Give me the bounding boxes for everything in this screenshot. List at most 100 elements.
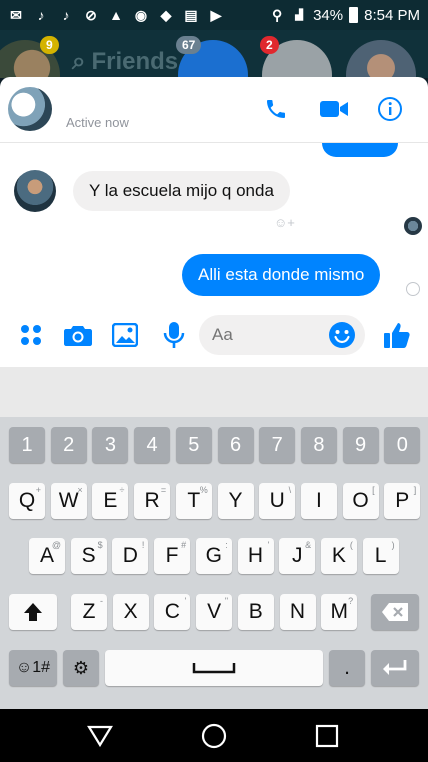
key-s[interactable]: S $ <box>70 538 107 574</box>
key-hint: [ <box>372 485 375 495</box>
recents-button[interactable] <box>313 722 341 750</box>
no-notifications-icon: ⊘ <box>85 6 97 23</box>
key-o[interactable]: O[ <box>342 483 379 519</box>
key-x[interactable]: X <box>112 594 149 630</box>
key-label: B <box>248 600 263 623</box>
key-hint: ? <box>348 596 354 606</box>
received-message[interactable]: Y la escuela mijo q onda <box>73 171 290 211</box>
add-reaction-icon[interactable]: ☺+ <box>274 215 295 230</box>
key-f[interactable]: F # <box>154 538 191 574</box>
video-camera-icon <box>320 101 348 117</box>
key-label: 2 <box>63 433 75 456</box>
like-button[interactable] <box>382 320 412 350</box>
home-button[interactable] <box>200 722 228 750</box>
key-hint: ) <box>391 540 395 550</box>
key-hint: = <box>160 485 167 495</box>
friends-tab[interactable]: ⌕ Friends <box>72 48 178 76</box>
back-button[interactable] <box>86 722 114 750</box>
key-e[interactable]: E ÷ <box>92 483 129 519</box>
key-label: R <box>144 489 160 512</box>
key-label: 4 <box>146 433 158 456</box>
active-status: Active now <box>66 115 129 130</box>
key-p[interactable]: P] <box>384 483 421 519</box>
key-y[interactable]: Y <box>217 483 254 519</box>
key-2[interactable]: 2 <box>50 427 87 463</box>
settings-key[interactable]: ⚙ <box>63 650 99 686</box>
key-6[interactable]: 6 <box>217 427 254 463</box>
thumbs-up-icon <box>384 323 410 348</box>
enter-key[interactable] <box>371 650 419 686</box>
sent-message[interactable]: Alli esta donde mismo <box>182 254 381 296</box>
key-0[interactable]: 0 <box>384 427 421 463</box>
key-v[interactable]: V " <box>196 594 233 630</box>
info-button[interactable] <box>376 95 404 123</box>
contact-avatar[interactable] <box>8 87 52 131</box>
key-u[interactable]: U \ <box>259 483 296 519</box>
voice-button[interactable] <box>159 320 189 350</box>
key-d[interactable]: D! <box>112 538 149 574</box>
key-q[interactable]: Q + <box>9 483 45 519</box>
symbols-key[interactable]: ☺1# <box>9 650 57 686</box>
friends-badge: 9 <box>40 36 59 54</box>
key-hint: ' <box>184 596 187 606</box>
status-bar: ✉ ♪ ♪ ⊘ ▲ ◉ ◆ ▤ ▶ ⚲ ▟ 34% 8:54 PM <box>0 0 428 30</box>
key-label: Z <box>82 600 96 623</box>
key-label: 1 <box>21 433 33 456</box>
key-i[interactable]: I <box>300 483 337 519</box>
key-label: N <box>289 600 306 623</box>
key-t[interactable]: T% <box>175 483 212 519</box>
key-label: 9 <box>355 433 367 456</box>
chat-header: Active now <box>0 77 428 143</box>
app-icon: ◆ <box>160 6 172 23</box>
emoji-button[interactable] <box>327 320 357 350</box>
backspace-icon <box>382 603 408 621</box>
key-j[interactable]: J & <box>279 538 316 574</box>
space-key[interactable] <box>105 650 323 686</box>
key-hint: : <box>225 540 228 550</box>
key-hint: ! <box>141 540 145 550</box>
key-a[interactable]: A @ <box>29 538 65 574</box>
key-l[interactable]: L) <box>362 538 399 574</box>
sender-avatar[interactable] <box>14 170 56 212</box>
gallery-button[interactable] <box>110 320 140 350</box>
shift-key[interactable] <box>9 594 57 630</box>
key-1[interactable]: 1 <box>9 427 45 463</box>
key-hint: " <box>224 596 229 606</box>
previous-sent-message[interactable] <box>322 143 398 157</box>
key-3[interactable]: 3 <box>92 427 129 463</box>
key-k[interactable]: K( <box>320 538 357 574</box>
key-b[interactable]: B <box>237 594 274 630</box>
key-c[interactable]: C ' <box>154 594 191 630</box>
key-label: J <box>291 544 303 567</box>
key-m[interactable]: M? <box>321 594 358 630</box>
smiley-icon <box>329 322 355 348</box>
key-4[interactable]: 4 <box>134 427 171 463</box>
key-h[interactable]: H ' <box>237 538 274 574</box>
video-call-button[interactable] <box>318 95 350 123</box>
key-9[interactable]: 9 <box>342 427 379 463</box>
key-label: X <box>123 600 138 623</box>
key-g[interactable]: G: <box>195 538 232 574</box>
key-w[interactable]: W × <box>50 483 87 519</box>
phone-icon <box>267 100 285 118</box>
call-button[interactable] <box>262 95 290 123</box>
key-label: D <box>122 544 138 567</box>
key-n[interactable]: N <box>279 594 316 630</box>
key-5[interactable]: 5 <box>175 427 212 463</box>
key-8[interactable]: 8 <box>300 427 337 463</box>
key-z[interactable]: Z- <box>71 594 107 630</box>
key-r[interactable]: R = <box>134 483 171 519</box>
clock: 8:54 PM <box>364 6 420 24</box>
camera-button[interactable] <box>63 320 93 350</box>
space-bar-icon <box>192 663 236 674</box>
more-apps-button[interactable] <box>16 320 46 350</box>
enter-icon <box>383 660 407 675</box>
key-label: I <box>315 489 322 512</box>
group-chat-head[interactable] <box>346 40 416 78</box>
key-hint: - <box>100 596 103 606</box>
tiktok-icon: ♪ <box>62 7 70 23</box>
period-key[interactable]: . <box>329 650 365 686</box>
key-label: T <box>187 489 201 512</box>
key-7[interactable]: 7 <box>259 427 296 463</box>
backspace-key[interactable] <box>371 594 419 630</box>
